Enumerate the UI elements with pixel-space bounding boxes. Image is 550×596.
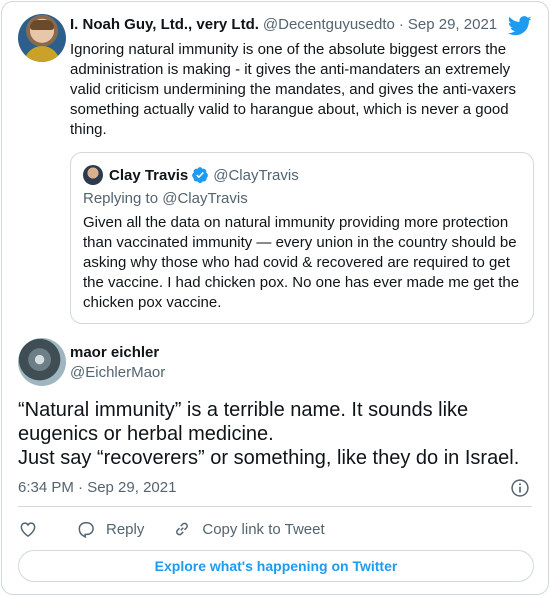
parent-author-name[interactable]: I. Noah Guy, Ltd., very Ltd. — [70, 16, 259, 33]
quoted-author-name: Clay Travis — [109, 166, 189, 184]
parent-tweet-header: I. Noah Guy, Ltd., very Ltd. @Decentguyu… — [70, 16, 532, 36]
header-separator: · — [398, 16, 404, 33]
twitter-bird-icon[interactable] — [508, 16, 532, 36]
link-icon — [176, 522, 189, 536]
quoted-author-handle: @ClayTravis — [213, 166, 299, 184]
main-author-name[interactable]: maor eichler — [70, 344, 159, 361]
main-author-avatar[interactable] — [18, 338, 66, 386]
divider — [18, 506, 532, 507]
info-icon[interactable] — [510, 478, 530, 498]
parent-author-avatar[interactable] — [18, 14, 66, 62]
tweet-actions: Reply Copy link to Tweet — [18, 517, 353, 541]
quoted-tweet-header: Clay Travis @ClayTravis — [109, 166, 299, 184]
replying-to-prefix: Replying to — [83, 190, 163, 207]
copy-link-label: Copy link to Tweet — [202, 520, 325, 538]
reply-label: Reply — [106, 520, 145, 538]
parent-author-handle[interactable]: @Decentguyusedto — [263, 16, 395, 33]
verified-badge-icon — [192, 167, 209, 184]
quoted-tweet[interactable]: Clay Travis @ClayTravis Replying to @Cla… — [70, 152, 534, 324]
replying-to-handle: @ClayTravis — [162, 190, 248, 207]
heart-icon — [20, 522, 36, 537]
tweet-embed-card: I. Noah Guy, Ltd., very Ltd. @Decentguyu… — [1, 1, 549, 595]
reply-icon — [78, 522, 94, 539]
replying-to-line: Replying to @ClayTravis — [83, 190, 248, 207]
main-tweet-text: “Natural immunity” is a terrible name. I… — [18, 399, 520, 469]
like-button[interactable] — [18, 519, 48, 539]
parent-tweet-text: Ignoring natural immunity is one of the … — [70, 41, 517, 138]
main-tweet-timestamp[interactable]: 6:34 PM · Sep 29, 2021 — [18, 479, 176, 496]
copy-link-button[interactable]: Copy link to Tweet — [172, 519, 325, 539]
quoted-author-avatar — [83, 165, 103, 185]
main-author-handle[interactable]: @EichlerMaor — [70, 364, 165, 381]
quoted-tweet-text: Given all the data on natural immunity p… — [83, 214, 520, 311]
parent-tweet-date[interactable]: Sep 29, 2021 — [408, 16, 497, 33]
explore-twitter-button[interactable]: Explore what's happening on Twitter — [18, 550, 534, 582]
reply-button[interactable]: Reply — [76, 519, 144, 539]
